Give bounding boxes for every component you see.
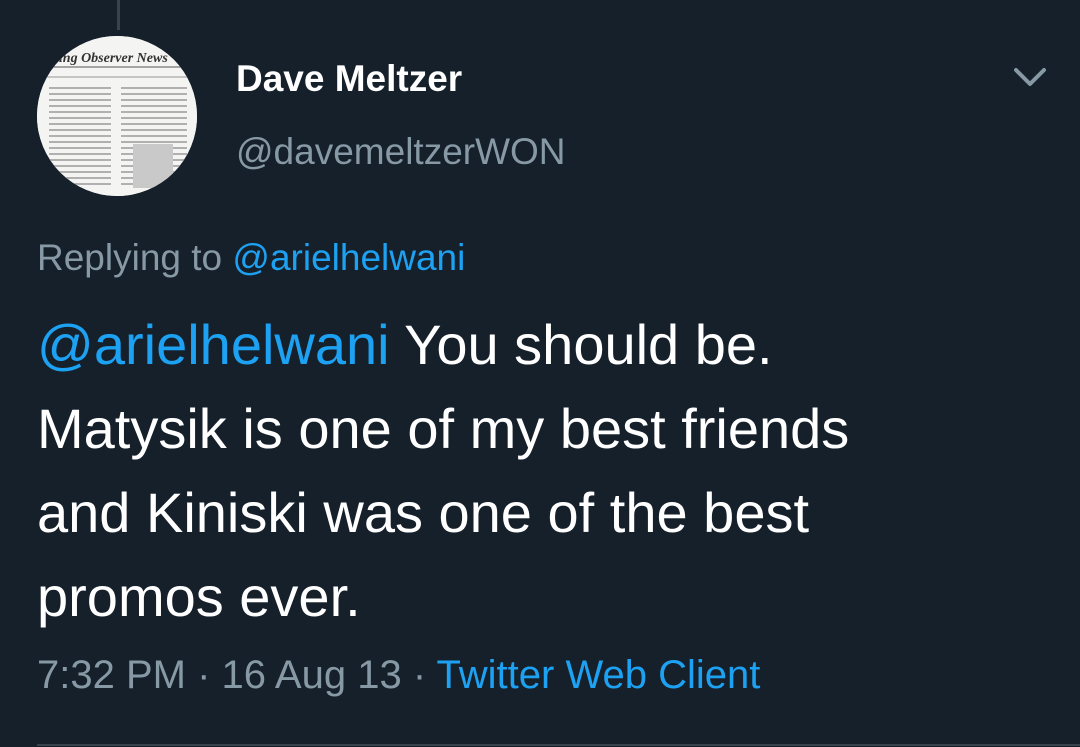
meta-separator: ·: [401, 653, 437, 697]
tweet-time[interactable]: 7:32 PM: [37, 653, 186, 697]
tweet-text: @arielhelwani You should be. Matysik is …: [37, 303, 1047, 639]
avatar[interactable]: ling Observer News: [37, 36, 197, 196]
thread-connector-line: [117, 0, 120, 30]
tweet-date[interactable]: 16 Aug 13: [222, 653, 402, 697]
avatar-masthead: ling Observer News: [55, 51, 168, 66]
reply-context: Replying to @arielhelwani: [37, 237, 465, 279]
tweet-line-1-text: You should be.: [389, 313, 773, 376]
tweet-meta: 7:32 PM · 16 Aug 13 · Twitter Web Client: [37, 653, 760, 698]
author-handle[interactable]: @davemeltzerWON: [236, 131, 566, 173]
divider: [37, 744, 1080, 746]
tweet-line-1: @arielhelwani You should be.: [37, 303, 1047, 387]
reply-to-link[interactable]: @arielhelwani: [232, 237, 465, 278]
tweet-line-4: promos ever.: [37, 565, 361, 628]
avatar-newspaper-image: ling Observer News: [37, 36, 197, 196]
tweet-line-2: Matysik is one of my best friends: [37, 397, 850, 460]
author-name[interactable]: Dave Meltzer: [236, 58, 462, 100]
mention-link[interactable]: @arielhelwani: [37, 313, 390, 376]
reply-prefix: Replying to: [37, 237, 223, 278]
tweet-source-link[interactable]: Twitter Web Client: [437, 653, 761, 697]
chevron-down-icon[interactable]: [1008, 60, 1052, 96]
meta-separator: ·: [185, 653, 222, 697]
tweet-line-3: and Kiniski was one of the best: [37, 481, 810, 544]
